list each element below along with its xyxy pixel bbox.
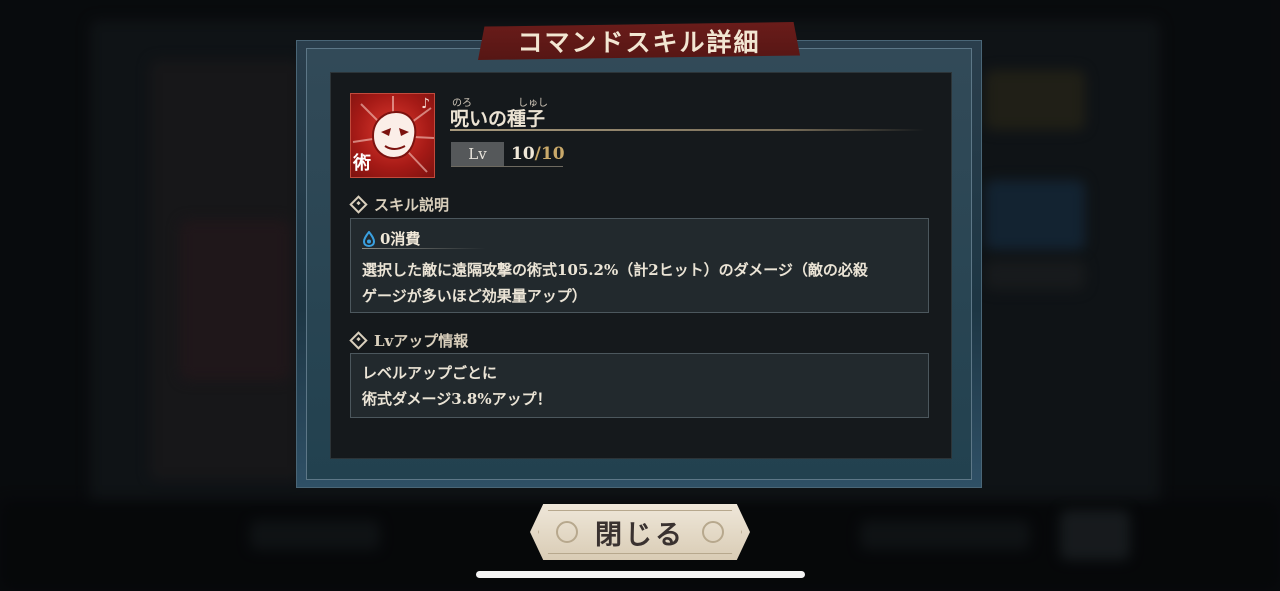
skill-name-divider — [450, 129, 925, 131]
diamond-bullet-icon — [349, 195, 368, 214]
level-value: 10/10 — [511, 142, 565, 166]
cost-line: 0消費 — [362, 228, 420, 249]
music-note-icon: ♪ — [421, 96, 430, 112]
close-button-label: 閉じる — [595, 519, 685, 551]
level-badge: Lv — [451, 142, 504, 166]
close-button[interactable]: 閉じる — [530, 504, 750, 560]
cost-text: 0消費 — [380, 230, 421, 248]
description-line: 選択した敵に遠隔攻撃の術式105.2%（計2ヒット）のダメージ（敵の必殺 — [362, 261, 868, 279]
drop-icon — [362, 230, 376, 247]
skill-description: 選択した敵に遠隔攻撃の術式105.2%（計2ヒット）のダメージ（敵の必殺 ゲージ… — [362, 257, 922, 309]
dialog-title: コマンドスキル詳細 — [517, 28, 761, 57]
levelup-line: レベルアップごとに — [362, 364, 498, 382]
description-line: ゲージが多いほど効果量アップ） — [362, 287, 587, 305]
section-heading-levelup: Lvアップ情報 — [349, 330, 469, 351]
home-indicator[interactable] — [476, 571, 805, 578]
section-heading-text: Lvアップ情報 — [374, 332, 469, 350]
ornament-right-icon — [702, 521, 724, 543]
section-heading-text: スキル説明 — [374, 196, 450, 214]
dialog-title-ribbon: コマンドスキル詳細 — [478, 22, 800, 60]
level-max: 10 — [540, 144, 565, 164]
skill-type-label: 術 — [353, 153, 371, 174]
diamond-bullet-icon — [349, 331, 368, 350]
levelup-line: 術式ダメージ3.8%アップ！ — [362, 390, 552, 408]
skill-name: 呪いの種子 — [450, 108, 546, 130]
levelup-info: レベルアップごとに 術式ダメージ3.8%アップ！ — [362, 360, 922, 412]
cost-divider — [362, 248, 486, 249]
ornament-left-icon — [556, 521, 578, 543]
level-current: 10 — [511, 144, 535, 164]
section-heading-description: スキル説明 — [349, 194, 450, 215]
level-divider — [451, 166, 563, 167]
mask-skill-icon: ♪ 術 — [350, 93, 435, 178]
